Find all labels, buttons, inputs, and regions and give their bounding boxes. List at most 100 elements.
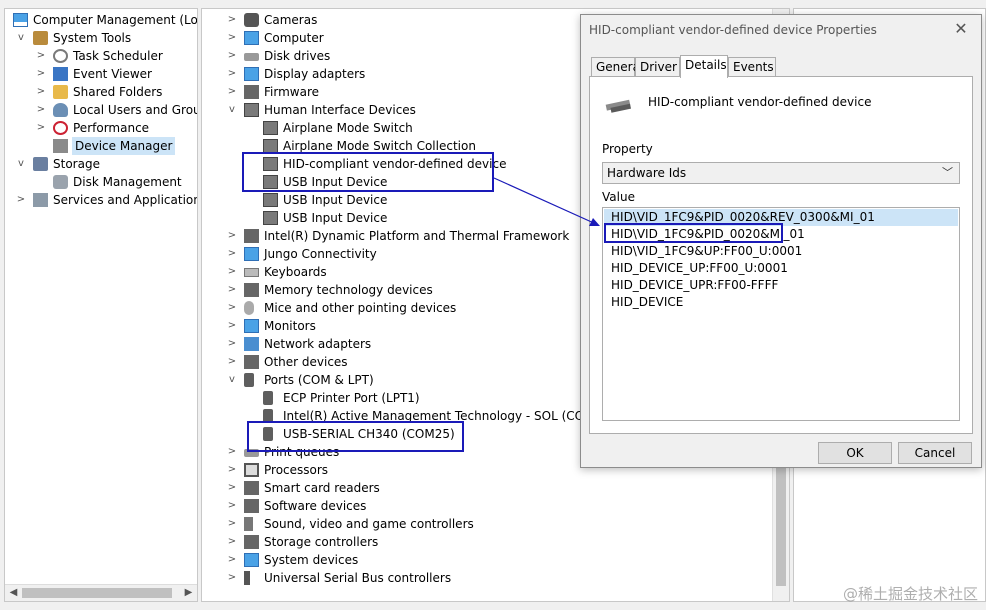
tab-details[interactable]: Details xyxy=(680,55,728,78)
hid-device-icon xyxy=(263,175,278,189)
expand-chevron-icon[interactable]: > xyxy=(226,515,238,533)
expand-chevron-icon[interactable]: > xyxy=(226,83,238,101)
property-label: Property xyxy=(602,142,653,156)
expand-chevron-icon[interactable]: > xyxy=(226,335,238,353)
device-tree-item-label: Processors xyxy=(264,463,329,477)
collapse-chevron-icon[interactable]: v xyxy=(15,29,27,47)
console-tree[interactable]: Computer Management (Local v System Tool… xyxy=(4,8,198,602)
device-tree-item-label: System devices xyxy=(264,553,359,567)
expand-chevron-icon[interactable]: > xyxy=(226,29,238,47)
expand-chevron-icon[interactable]: > xyxy=(35,101,47,119)
properties-dialog[interactable]: HID-compliant vendor-defined device Prop… xyxy=(580,14,982,468)
device-tree-item-label: USB Input Device xyxy=(283,193,388,207)
network-icon xyxy=(244,337,259,351)
hid-device-icon xyxy=(263,157,278,171)
device-tree-item-label: Keyboards xyxy=(264,265,327,279)
left-horizontal-scrollbar[interactable]: ◀ ▶ xyxy=(5,584,197,601)
expand-chevron-icon[interactable]: > xyxy=(35,47,47,65)
device-tree-item-label: Airplane Mode Switch xyxy=(283,121,413,135)
expand-chevron-icon[interactable]: > xyxy=(226,263,238,281)
expand-chevron-icon[interactable]: > xyxy=(226,65,238,83)
storage-controller-icon xyxy=(244,535,259,549)
expand-chevron-icon[interactable]: > xyxy=(226,479,238,497)
software-device-icon xyxy=(244,499,259,513)
keyboard-icon xyxy=(244,268,259,277)
expand-chevron-icon[interactable]: > xyxy=(226,299,238,317)
list-item[interactable]: HID\VID_1FC9&PID_0020&REV_0300&MI_01 xyxy=(604,209,958,226)
property-select[interactable]: Hardware Ids ﹀ xyxy=(602,162,960,184)
expand-chevron-icon[interactable]: > xyxy=(226,551,238,569)
device-tree-item-label: USB Input Device xyxy=(283,175,388,189)
expand-chevron-icon[interactable]: > xyxy=(35,119,47,137)
computer-icon xyxy=(13,13,28,27)
device-tree-item-label: Other devices xyxy=(264,355,348,369)
device-manager-icon xyxy=(53,139,68,153)
list-item[interactable]: HID_DEVICE_UP:FF00_U:0001 xyxy=(611,260,788,277)
expand-chevron-icon[interactable]: > xyxy=(226,245,238,263)
device-tree-item-label: Monitors xyxy=(264,319,316,333)
collapse-chevron-icon[interactable]: v xyxy=(226,371,238,389)
hid-device-icon xyxy=(263,139,278,153)
list-item[interactable]: HID_DEVICE xyxy=(611,294,683,311)
expand-chevron-icon[interactable]: > xyxy=(226,497,238,515)
expand-chevron-icon[interactable]: > xyxy=(226,443,238,461)
monitor-icon xyxy=(244,247,259,261)
value-label: Value xyxy=(602,190,635,204)
scroll-left-icon[interactable]: ◀ xyxy=(5,585,22,601)
cancel-button[interactable]: Cancel xyxy=(898,442,972,464)
device-tree-item-label: Human Interface Devices xyxy=(264,103,416,117)
display-adapter-icon xyxy=(244,67,259,81)
collapse-chevron-icon[interactable]: v xyxy=(15,155,27,173)
list-item[interactable]: HID_DEVICE_UPR:FF00-FFFF xyxy=(611,277,778,294)
device-tree-item-label: HID-compliant vendor-defined device xyxy=(283,157,507,171)
hid-device-icon xyxy=(605,99,632,113)
device-tree-item-label: Ports (COM & LPT) xyxy=(264,373,374,387)
shared-folder-icon xyxy=(53,85,68,99)
expand-chevron-icon[interactable]: > xyxy=(226,569,238,587)
expand-chevron-icon[interactable]: > xyxy=(226,227,238,245)
value-list[interactable]: HID\VID_1FC9&PID_0020&REV_0300&MI_01 HID… xyxy=(602,207,960,421)
expand-chevron-icon[interactable]: > xyxy=(226,47,238,65)
expand-chevron-icon[interactable]: > xyxy=(15,191,27,209)
device-tree-item-label: USB-SERIAL CH340 (COM25) xyxy=(283,427,455,441)
expand-chevron-icon[interactable]: > xyxy=(226,317,238,335)
hid-device-icon xyxy=(263,193,278,207)
device-tree-item-label: Print queues xyxy=(264,445,340,459)
device-tree-item-label: Intel(R) Active Management Technology - … xyxy=(283,409,607,423)
expand-chevron-icon[interactable]: > xyxy=(226,533,238,551)
scroll-right-icon[interactable]: ▶ xyxy=(180,585,197,601)
device-tree-item-label: Mice and other pointing devices xyxy=(264,301,457,315)
expand-chevron-icon[interactable]: > xyxy=(226,353,238,371)
port-icon xyxy=(263,409,273,423)
device-tree-item-label: Smart card readers xyxy=(264,481,380,495)
list-item[interactable]: HID\VID_1FC9&UP:FF00_U:0001 xyxy=(611,243,802,260)
expand-chevron-icon[interactable]: > xyxy=(35,65,47,83)
watermark: @稀土掘金技术社区 xyxy=(842,585,978,603)
expand-chevron-icon[interactable]: > xyxy=(226,11,238,29)
expand-chevron-icon[interactable]: > xyxy=(35,83,47,101)
tab-events[interactable]: Events xyxy=(728,57,776,77)
device-tree-item-label: ECP Printer Port (LPT1) xyxy=(283,391,420,405)
tab-driver[interactable]: Driver xyxy=(635,57,680,77)
ok-button[interactable]: OK xyxy=(818,442,892,464)
collapse-chevron-icon[interactable]: v xyxy=(226,101,238,119)
mouse-icon xyxy=(244,301,254,315)
list-item[interactable]: HID\VID_1FC9&PID_0020&MI_01 xyxy=(611,226,805,243)
expand-chevron-icon[interactable]: > xyxy=(226,461,238,479)
hid-device-icon xyxy=(263,121,278,135)
smart-card-icon xyxy=(244,481,259,495)
disk-icon xyxy=(53,175,68,189)
memory-icon xyxy=(244,283,259,297)
device-tree-item-label: Storage controllers xyxy=(264,535,379,549)
tab-general[interactable]: General xyxy=(591,57,643,77)
scroll-thumb[interactable] xyxy=(22,588,172,598)
details-tab-panel: HID-compliant vendor-defined device Prop… xyxy=(589,76,973,434)
device-tree-item-label: Intel(R) Dynamic Platform and Thermal Fr… xyxy=(264,229,570,243)
port-icon xyxy=(263,391,273,405)
device-tree-item-label: Disk drives xyxy=(264,49,331,63)
close-icon[interactable]: ✕ xyxy=(951,19,971,38)
system-device-icon xyxy=(244,553,259,567)
device-tree-item-label: Memory technology devices xyxy=(264,283,433,297)
device-tree-item-label: Universal Serial Bus controllers xyxy=(264,571,452,585)
expand-chevron-icon[interactable]: > xyxy=(226,281,238,299)
